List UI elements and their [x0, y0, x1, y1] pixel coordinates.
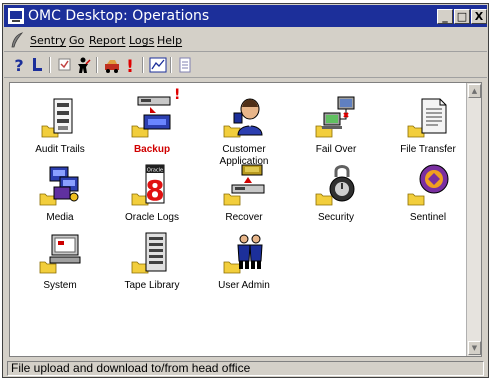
minimize-button[interactable]: _: [437, 9, 453, 24]
svg-text:!: !: [126, 57, 134, 74]
file-transfer-icon[interactable]: File Transfer: [386, 95, 470, 156]
scroll-down-arrow-icon[interactable]: ▼: [468, 341, 481, 355]
app-icon: [8, 8, 24, 24]
maximize-button[interactable]: □: [454, 9, 470, 24]
item-label: Sentinel: [409, 212, 447, 223]
help-icon[interactable]: ?: [10, 56, 28, 74]
sentinel-icon[interactable]: Sentinel: [386, 163, 470, 224]
svg-text:?: ?: [14, 56, 23, 74]
feather-icon: [11, 32, 24, 48]
recover-icon[interactable]: Recover: [202, 163, 286, 224]
desktop-icon-area: Audit Trails ! Backup Customer Applicati…: [9, 82, 482, 357]
alert-icon[interactable]: !: [121, 56, 139, 74]
user-icon[interactable]: [74, 56, 92, 74]
item-label: Audit Trails: [35, 144, 85, 155]
menu-go[interactable]: Go: [69, 34, 84, 47]
checkbox-icon[interactable]: [56, 56, 74, 74]
title-bar[interactable]: OMC Desktop: Operations _ □ X: [4, 5, 487, 27]
car-icon[interactable]: [103, 56, 121, 74]
svg-text:!: !: [174, 87, 180, 103]
document-icon[interactable]: [176, 56, 194, 74]
menu-logs[interactable]: Logs: [129, 34, 154, 47]
item-label: User Admin: [218, 280, 270, 291]
item-label: Recover: [225, 212, 263, 223]
menu-help[interactable]: Help: [157, 34, 182, 47]
audit-trails-icon[interactable]: Audit Trails: [18, 95, 102, 156]
oracle-logs-icon[interactable]: Oracle 8 Oracle Logs: [110, 163, 194, 224]
media-icon[interactable]: Media: [18, 163, 102, 224]
security-icon[interactable]: Security: [294, 163, 378, 224]
customer-application-icon[interactable]: Customer Application: [202, 95, 286, 168]
application-window: OMC Desktop: Operations _ □ X Sentry Go …: [2, 3, 489, 378]
menu-sentry[interactable]: Sentry: [30, 34, 66, 47]
backup-icon[interactable]: ! Backup: [110, 85, 194, 156]
item-label: Tape Library: [124, 280, 180, 291]
system-icon[interactable]: System: [18, 231, 102, 292]
svg-text:Oracle: Oracle: [147, 168, 163, 174]
item-label: File Transfer: [400, 144, 456, 155]
status-bar: File upload and download to/from head of…: [7, 361, 484, 376]
tape-library-icon[interactable]: Tape Library: [110, 231, 194, 292]
item-label: Fail Over: [315, 144, 357, 155]
item-label: Backup: [133, 144, 171, 155]
item-label: System: [43, 280, 77, 291]
item-label: Security: [317, 212, 355, 223]
menu-bar: Sentry Go Report Logs Help: [4, 29, 487, 52]
vertical-scrollbar[interactable]: ▲ ▼: [466, 83, 481, 356]
svg-text:8: 8: [145, 174, 164, 207]
close-button[interactable]: X: [471, 9, 487, 24]
pointer-icon[interactable]: [28, 56, 46, 74]
item-label: Media: [46, 212, 74, 223]
menu-report[interactable]: Report: [89, 34, 125, 47]
chart-icon[interactable]: [149, 56, 167, 74]
user-admin-icon[interactable]: User Admin: [202, 231, 286, 292]
fail-over-icon[interactable]: Fail Over: [294, 95, 378, 156]
item-label: Oracle Logs: [125, 212, 179, 223]
window-title: OMC Desktop: Operations: [28, 8, 210, 24]
scroll-up-arrow-icon[interactable]: ▲: [468, 84, 481, 98]
toolbar: ? !: [4, 52, 487, 78]
